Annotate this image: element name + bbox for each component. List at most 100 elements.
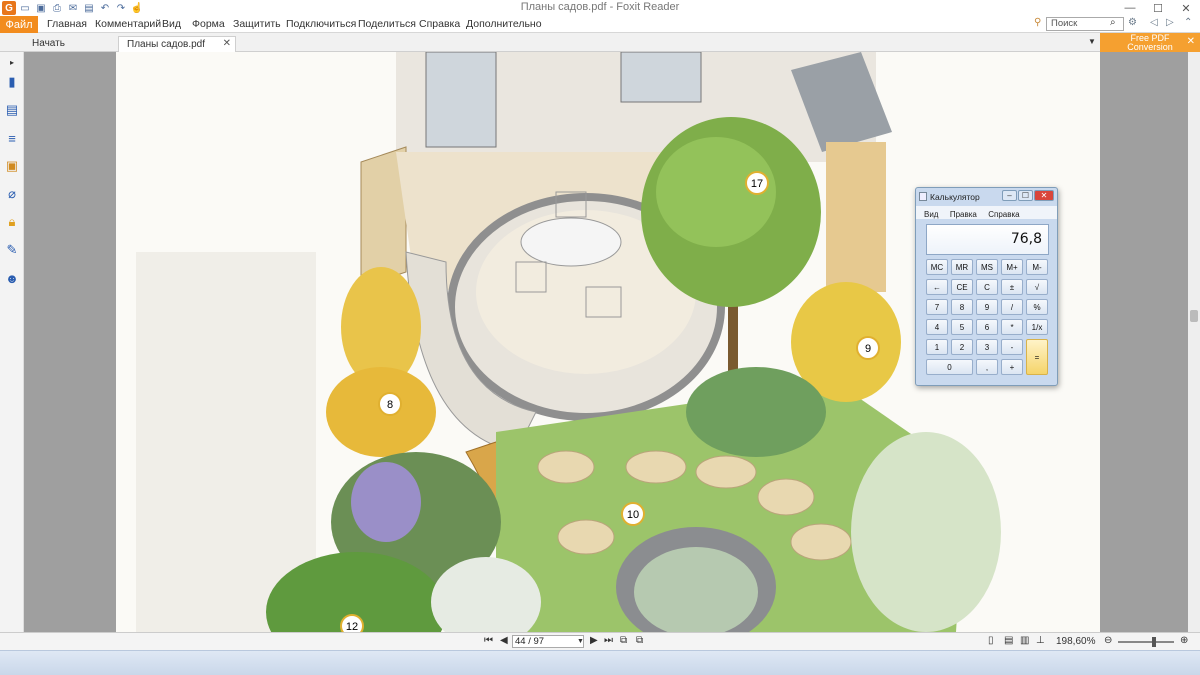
calc-minimize-icon[interactable]: – <box>1002 190 1017 201</box>
key-2[interactable]: 2 <box>951 339 973 355</box>
menu-form[interactable]: Форма <box>192 18 225 30</box>
key-0[interactable]: 0 <box>926 359 973 375</box>
key-8[interactable]: 8 <box>951 299 973 315</box>
last-page-icon[interactable]: ⏭ <box>604 635 613 646</box>
comments-icon[interactable]: ▣ <box>4 158 20 174</box>
calculator-title: Калькулятор <box>930 192 980 202</box>
expand-panel-icon[interactable]: ▸ <box>4 54 20 70</box>
continuous-facing-icon[interactable]: ⊥ <box>1036 635 1045 646</box>
zoom-slider[interactable] <box>1118 641 1174 643</box>
menu-extra[interactable]: Дополнительно <box>466 18 542 30</box>
tab-close-icon[interactable]: ✕ <box>223 38 231 49</box>
calc-menu-view[interactable]: Вид <box>924 210 938 219</box>
free-pdf-conversion-banner[interactable]: Free PDF Conversion ✕ <box>1100 33 1200 52</box>
bookmarks-icon[interactable]: ▮ <box>4 74 20 90</box>
title-bar: G ▭ ▣ ⎙ ✉ ▤ ↶ ↷ ☝ Планы садов.pdf - Foxi… <box>0 0 1200 16</box>
calculator-display: 76,8 <box>926 224 1049 255</box>
scrollbar-thumb[interactable] <box>1190 310 1198 322</box>
calculator-window[interactable]: Калькулятор – ☐ ✕ Вид Правка Справка 76,… <box>915 187 1058 386</box>
single-page-icon[interactable]: ▯ <box>988 635 994 646</box>
menu-connect[interactable]: Подключиться <box>286 18 356 30</box>
menu-share[interactable]: Поделиться <box>358 18 416 30</box>
ribbon-minimize-icon[interactable]: ⌃ <box>1184 17 1192 28</box>
key-3[interactable]: 3 <box>976 339 998 355</box>
binoculars-icon[interactable]: ⚲ <box>1034 17 1041 28</box>
key-1[interactable]: 1 <box>926 339 948 355</box>
key-m-plus[interactable]: M+ <box>1001 259 1023 275</box>
calculator-window-controls: – ☐ ✕ <box>1002 190 1054 201</box>
key-subtract[interactable]: - <box>1001 339 1023 355</box>
key-5[interactable]: 5 <box>951 319 973 335</box>
settings-icon[interactable]: ⚙ <box>1128 17 1137 28</box>
window-controls: — ☐ ✕ <box>1116 0 1200 16</box>
zoom-in-icon[interactable]: ⊕ <box>1180 635 1188 646</box>
prev-page-icon[interactable]: ◀ <box>500 635 508 646</box>
continuous-icon[interactable]: ▤ <box>1004 635 1013 646</box>
key-decimal[interactable]: , <box>976 359 998 375</box>
zoom-slider-knob[interactable] <box>1152 637 1156 647</box>
key-mc[interactable]: MC <box>926 259 948 275</box>
forward-icon[interactable]: ▷ <box>1166 17 1174 28</box>
minimize-icon[interactable]: — <box>1116 0 1144 16</box>
previous-view-icon[interactable]: ⧉ <box>620 635 627 646</box>
key-7[interactable]: 7 <box>926 299 948 315</box>
next-view-icon[interactable]: ⧉ <box>636 635 643 646</box>
page-number-input[interactable]: 44 / 97 <box>512 635 584 648</box>
tab-document[interactable]: Планы садов.pdf ✕ <box>118 36 236 52</box>
menu-comment[interactable]: Комментарий <box>95 18 161 30</box>
maximize-icon[interactable]: ☐ <box>1144 0 1172 16</box>
key-percent[interactable]: % <box>1026 299 1048 315</box>
first-page-icon[interactable]: ⏮ <box>484 635 493 646</box>
key-sqrt[interactable]: √ <box>1026 279 1048 295</box>
next-page-icon[interactable]: ▶ <box>590 635 598 646</box>
calc-maximize-icon[interactable]: ☐ <box>1018 190 1033 201</box>
layers-icon[interactable]: ≡ <box>4 130 20 146</box>
page-dropdown-icon[interactable]: ▼ <box>577 638 584 645</box>
key-6[interactable]: 6 <box>976 319 998 335</box>
calc-close-icon[interactable]: ✕ <box>1034 190 1054 201</box>
marker-17-label: 17 <box>751 178 763 190</box>
key-m-minus[interactable]: M- <box>1026 259 1048 275</box>
vertical-scrollbar[interactable] <box>1188 52 1200 632</box>
calc-menu-edit[interactable]: Правка <box>950 210 977 219</box>
zoom-level[interactable]: 198,60% <box>1056 636 1095 647</box>
key-ce[interactable]: CE <box>951 279 973 295</box>
key-reciprocal[interactable]: 1/x <box>1026 319 1048 335</box>
security-lock-icon[interactable]: 🔒︎ <box>4 214 20 230</box>
key-backspace[interactable]: ← <box>926 279 948 295</box>
key-9[interactable]: 9 <box>976 299 998 315</box>
signature-icon[interactable]: ✎ <box>4 242 20 258</box>
menu-home[interactable]: Главная <box>47 18 87 30</box>
attachments-icon[interactable]: ⌀ <box>4 186 20 202</box>
search-icon[interactable]: ⌕ <box>1110 17 1116 28</box>
key-ms[interactable]: MS <box>976 259 998 275</box>
marker-8-label: 8 <box>387 399 393 411</box>
calculator-menu: Вид Правка Справка <box>916 206 1057 219</box>
file-menu-button[interactable]: Файл <box>0 16 38 33</box>
pages-icon[interactable]: ▤ <box>4 102 20 118</box>
marker-9-label: 9 <box>865 343 871 355</box>
promo-line2: Conversion <box>1127 42 1173 52</box>
zoom-out-icon[interactable]: ⊖ <box>1104 635 1112 646</box>
menu-help[interactable]: Справка <box>419 18 460 30</box>
promo-close-icon[interactable]: ✕ <box>1187 37 1195 47</box>
facing-icon[interactable]: ▥ <box>1020 635 1029 646</box>
key-c[interactable]: C <box>976 279 998 295</box>
key-equals[interactable]: = <box>1026 339 1048 375</box>
calc-menu-help[interactable]: Справка <box>988 210 1019 219</box>
key-4[interactable]: 4 <box>926 319 948 335</box>
back-icon[interactable]: ◁ <box>1150 17 1158 28</box>
menu-view[interactable]: Вид <box>162 18 181 30</box>
key-add[interactable]: + <box>1001 359 1023 375</box>
menu-protect[interactable]: Защитить <box>233 18 281 30</box>
calculator-icon <box>919 192 927 201</box>
key-divide[interactable]: / <box>1001 299 1023 315</box>
key-negate[interactable]: ± <box>1001 279 1023 295</box>
key-multiply[interactable]: * <box>1001 319 1023 335</box>
user-icon[interactable]: ☻ <box>4 270 20 286</box>
tab-start[interactable]: Начать <box>24 36 114 52</box>
close-icon[interactable]: ✕ <box>1172 0 1200 16</box>
key-mr[interactable]: MR <box>951 259 973 275</box>
marker-12-label: 12 <box>346 621 358 632</box>
tab-list-chevron-icon[interactable]: ▼ <box>1088 37 1096 46</box>
